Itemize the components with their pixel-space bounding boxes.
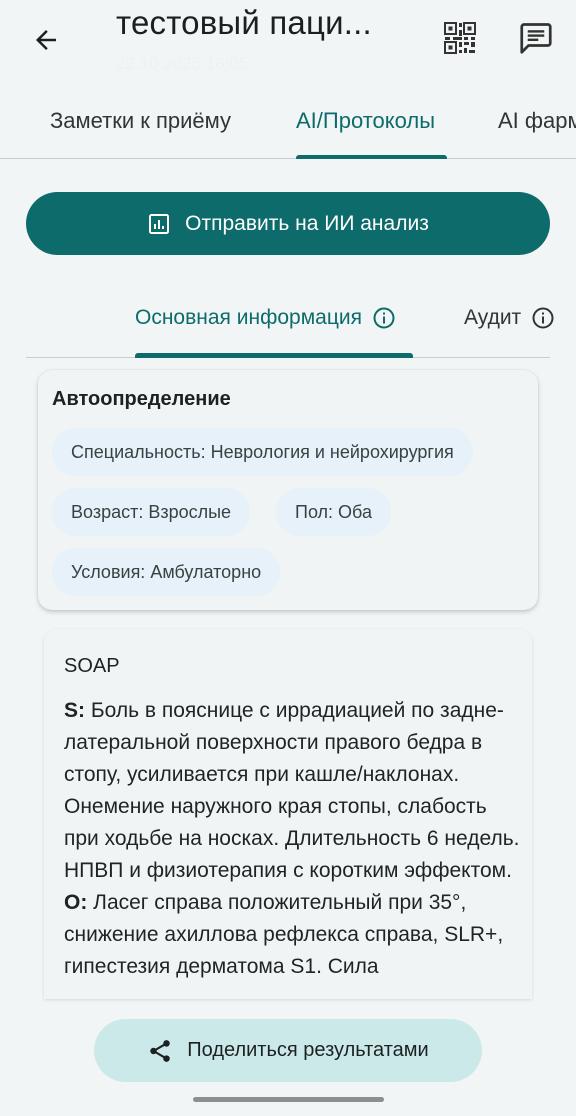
main-tabs: Заметки к приёму AI/Протоколы AI фарм bbox=[0, 88, 576, 159]
tab-ai-protocols[interactable]: AI/Протоколы bbox=[296, 108, 435, 134]
share-icon bbox=[150, 1039, 171, 1062]
app-bar: тестовый паци... 22.10.2025 16:05 bbox=[0, 0, 576, 88]
chat-button[interactable] bbox=[514, 16, 558, 60]
soap-card: SOAP S: Боль в пояснице с иррадиацией по… bbox=[44, 629, 532, 999]
subtab-main-info-label: Основная информация bbox=[135, 306, 362, 329]
chip-sex: Пол: Оба bbox=[276, 488, 391, 536]
chip-conditions: Условия: Амбулаторно bbox=[52, 548, 281, 596]
tab-indicator bbox=[296, 155, 447, 159]
chat-icon bbox=[520, 23, 552, 54]
subtab-indicator bbox=[135, 353, 413, 358]
qr-code-icon bbox=[444, 22, 476, 54]
chip-age: Возраст: Взрослые bbox=[52, 488, 251, 536]
soap-s-label: S: bbox=[64, 699, 85, 722]
chip-specialty: Специальность: Неврология и нейрохирурги… bbox=[52, 428, 473, 476]
send-ai-analysis-button[interactable]: Отправить на ИИ анализ bbox=[26, 192, 550, 255]
page-title: тестовый паци... bbox=[116, 4, 372, 41]
subtab-audit[interactable]: Аудит bbox=[464, 306, 555, 330]
soap-title: SOAP bbox=[64, 655, 120, 677]
soap-o-label: O: bbox=[64, 891, 88, 914]
soap-text: S: Боль в пояснице с иррадиацией по задн… bbox=[64, 695, 524, 983]
back-button[interactable] bbox=[24, 18, 68, 62]
soap-s-text: Боль в пояснице с иррадиацией по задне-л… bbox=[64, 699, 520, 882]
auto-detection-card: Автоопределение Специальность: Неврологи… bbox=[38, 370, 538, 610]
sub-tabs: Основная информация Аудит bbox=[26, 290, 554, 358]
arrow-left-icon bbox=[36, 30, 56, 50]
share-results-button[interactable]: Поделиться результатами bbox=[94, 1019, 482, 1082]
page-subtitle: 22.10.2025 16:05 bbox=[116, 54, 249, 73]
qr-code-button[interactable] bbox=[438, 16, 482, 60]
send-ai-analysis-label: Отправить на ИИ анализ bbox=[185, 211, 429, 235]
info-icon bbox=[373, 307, 395, 329]
analytics-icon bbox=[149, 213, 170, 234]
tab-ai-pharm[interactable]: AI фарм bbox=[498, 108, 576, 134]
home-indicator[interactable] bbox=[193, 1097, 384, 1102]
info-icon bbox=[532, 307, 554, 329]
tab-notes[interactable]: Заметки к приёму bbox=[50, 108, 231, 134]
share-results-label: Поделиться результатами bbox=[187, 1039, 429, 1061]
soap-o-text: Ласег справа положительный при 35°, сниж… bbox=[64, 891, 504, 978]
auto-detection-title: Автоопределение bbox=[52, 388, 231, 410]
subtab-main-info[interactable]: Основная информация bbox=[135, 306, 396, 330]
subtab-audit-label: Аудит bbox=[464, 306, 522, 329]
